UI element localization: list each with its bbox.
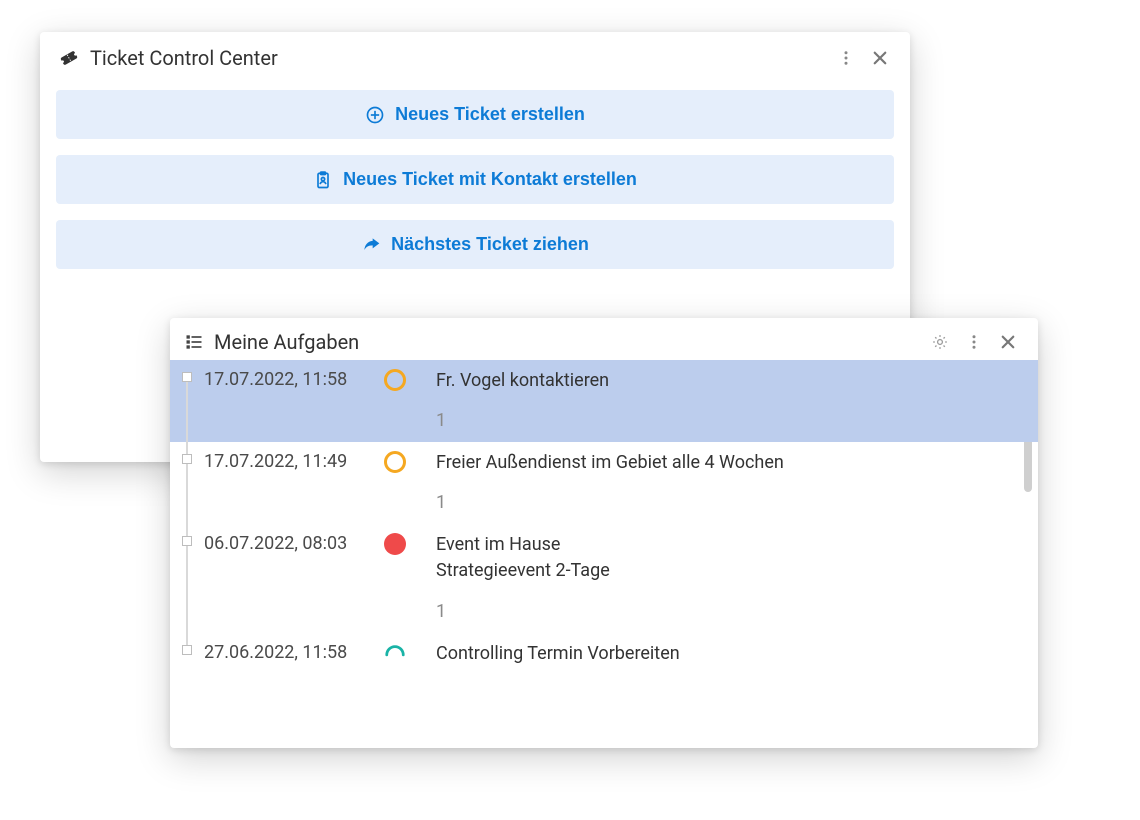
task-row[interactable]: 06.07.2022, 08:03 Event im HauseStrategie… (170, 524, 1038, 632)
task-row[interactable]: 27.06.2022, 11:58 Controlling Termin Vorb… (170, 633, 1038, 676)
plus-circle-icon (365, 105, 385, 125)
task-title: Event im Hause (436, 532, 1008, 558)
timeline-marker (182, 645, 192, 655)
kebab-menu-icon[interactable] (834, 46, 858, 70)
task-subtitle: Strategieevent 2-Tage (436, 558, 1008, 584)
clipboard-person-icon (313, 170, 333, 190)
ticket-icon (58, 47, 80, 69)
task-content: Freier Außendienst im Gebiet alle 4 Woch… (436, 450, 1038, 516)
task-count: 1 (436, 599, 1008, 625)
timeline-marker (182, 372, 192, 382)
task-status (384, 450, 436, 473)
close-icon[interactable] (996, 330, 1020, 354)
ticket-panel-header: Ticket Control Center (40, 32, 910, 82)
task-title: Freier Außendienst im Gebiet alle 4 Woch… (436, 450, 1008, 476)
new-ticket-button[interactable]: Neues Ticket erstellen (56, 90, 894, 139)
gear-icon[interactable] (928, 330, 952, 354)
tasks-panel-title: Meine Aufgaben (214, 330, 359, 354)
button-label: Neues Ticket mit Kontakt erstellen (343, 169, 637, 190)
timeline-marker (182, 454, 192, 464)
task-status (384, 532, 436, 555)
task-date: 06.07.2022, 08:03 (204, 532, 384, 554)
close-icon[interactable] (868, 46, 892, 70)
task-status (384, 641, 436, 668)
tasks-panel-header: Meine Aufgaben (170, 318, 1038, 360)
status-ring-icon (384, 369, 406, 391)
task-content: Controlling Termin Vorbereiten (436, 641, 1038, 667)
task-date: 17.07.2022, 11:49 (204, 450, 384, 472)
task-date: 27.06.2022, 11:58 (204, 641, 384, 663)
task-count: 1 (436, 408, 1008, 434)
new-ticket-with-contact-button[interactable]: Neues Ticket mit Kontakt erstellen (56, 155, 894, 204)
task-row[interactable]: 17.07.2022, 11:58 Fr. Vogel kontaktieren 1 (170, 360, 1038, 442)
status-ring-icon (384, 451, 406, 473)
pull-next-ticket-button[interactable]: Nächstes Ticket ziehen (56, 220, 894, 269)
task-status (384, 368, 436, 391)
task-list-icon (184, 332, 204, 352)
share-arrow-icon (361, 235, 381, 255)
task-title: Fr. Vogel kontaktieren (436, 368, 1008, 394)
button-label: Nächstes Ticket ziehen (391, 234, 589, 255)
task-row[interactable]: 17.07.2022, 11:49 Freier Außendienst im G… (170, 442, 1038, 524)
task-count: 1 (436, 490, 1008, 516)
timeline-marker (182, 536, 192, 546)
my-tasks-panel: Meine Aufgaben 17.07.2022, 11:58 Fr. Voge… (170, 318, 1038, 748)
kebab-menu-icon[interactable] (962, 330, 986, 354)
task-title: Controlling Termin Vorbereiten (436, 641, 1008, 667)
task-date: 17.07.2022, 11:58 (204, 368, 384, 390)
timeline-line (186, 377, 188, 650)
status-arc-icon (384, 642, 406, 668)
ticket-panel-title: Ticket Control Center (90, 46, 278, 70)
task-content: Event im HauseStrategieevent 2-Tage 1 (436, 532, 1038, 624)
button-label: Neues Ticket erstellen (395, 104, 585, 125)
status-dot-icon (384, 533, 406, 555)
task-content: Fr. Vogel kontaktieren 1 (436, 368, 1038, 434)
